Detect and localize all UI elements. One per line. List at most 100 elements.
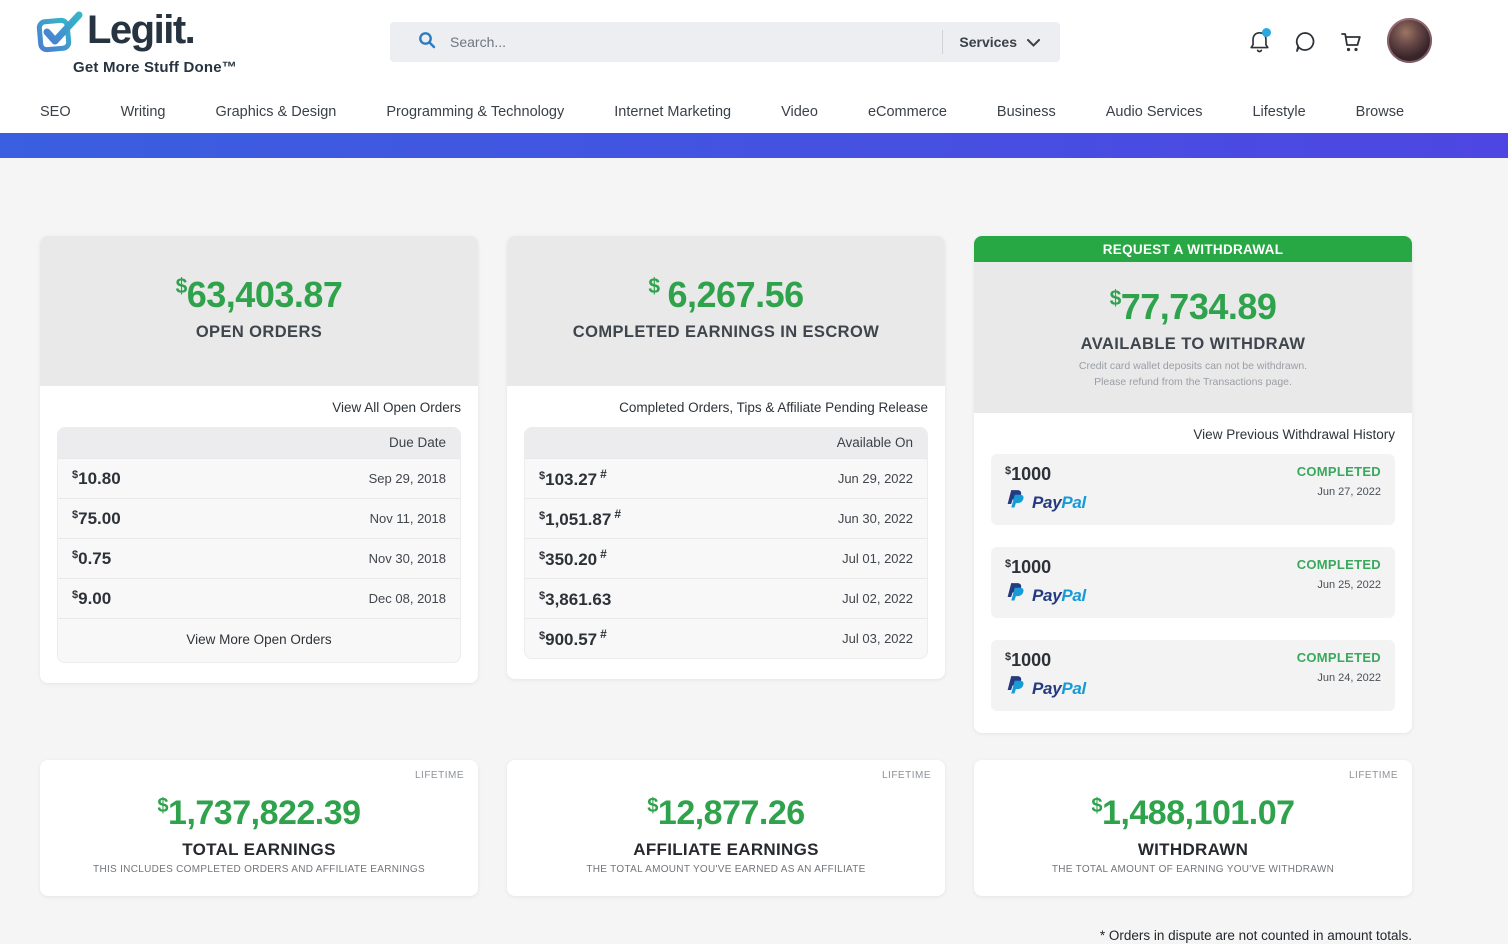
services-dropdown[interactable]: Services — [959, 34, 1060, 50]
view-more-open-orders-link[interactable]: View More Open Orders — [58, 618, 460, 662]
open-orders-title: OPEN ORDERS — [40, 323, 478, 342]
lifetime-badge: LIFETIME — [415, 770, 464, 781]
earnings-dashboard: $63,403.87 OPEN ORDERS View All Open Ord… — [0, 158, 1508, 944]
paypal-icon — [1005, 489, 1027, 516]
nav-item-programming-technology[interactable]: Programming & Technology — [386, 104, 564, 120]
pending-release-link[interactable]: Completed Orders, Tips & Affiliate Pendi… — [524, 400, 928, 415]
search-input[interactable] — [450, 34, 942, 50]
paypal-word-pay: Pay — [1032, 586, 1061, 605]
escrow-available-date: Jun 30, 2022 — [838, 511, 913, 526]
withdrawn-card: LIFETIME $1,488,101.07 WITHDRAWN THE TOT… — [974, 760, 1412, 896]
header-icon-group — [1246, 29, 1364, 55]
withdrawal-status-badge: COMPLETED — [1297, 557, 1381, 572]
order-amount: $0.75 — [72, 549, 111, 569]
lifetime-cards-row: LIFETIME $1,737,822.39 TOTAL EARNINGS TH… — [40, 760, 1508, 896]
withdraw-note-line1: Credit card wallet deposits can not be w… — [974, 359, 1412, 375]
withdrawal-left: $1000 PayPal — [1005, 464, 1086, 516]
cart-icon[interactable] — [1338, 29, 1364, 55]
affiliate-earnings-amount: $12,877.26 — [507, 794, 945, 833]
escrow-row-amount-value: 900.57 — [545, 630, 597, 649]
brand-name: Legiit. — [87, 8, 194, 52]
escrow-row-amount-value: 1,051.87 — [545, 510, 611, 529]
currency-symbol: $ — [1110, 287, 1121, 310]
currency-symbol: $ — [647, 795, 658, 817]
nav-item-business[interactable]: Business — [997, 104, 1056, 120]
nav-item-ecommerce[interactable]: eCommerce — [868, 104, 947, 120]
withdrawn-title: WITHDRAWN — [974, 840, 1412, 860]
table-row: $3,861.63 Jul 02, 2022 — [525, 578, 927, 618]
escrow-amount: $6,267.56 — [507, 274, 945, 316]
withdrawal-row: $1000 PayPal — [991, 454, 1395, 525]
order-due-date: Nov 11, 2018 — [370, 511, 446, 526]
escrow-row-amount: $350.20# — [539, 547, 607, 570]
services-label: Services — [959, 34, 1017, 50]
available-to-withdraw-amount: $77,734.89 — [974, 286, 1412, 328]
currency-symbol: $ — [1091, 795, 1102, 817]
brand-tagline: Get More Stuff Done™ — [73, 59, 237, 76]
open-orders-card: $63,403.87 OPEN ORDERS View All Open Ord… — [40, 236, 478, 683]
paypal-word-pal: Pal — [1061, 679, 1086, 698]
order-due-date: Sep 29, 2018 — [369, 471, 446, 486]
table-row: $900.57# Jul 03, 2022 — [525, 618, 927, 658]
withdrawal-right: COMPLETED Jun 24, 2022 — [1297, 650, 1381, 702]
order-amount-value: 75.00 — [78, 509, 121, 528]
nav-item-browse[interactable]: Browse — [1356, 104, 1404, 120]
order-amount-value: 0.75 — [78, 549, 111, 568]
category-nav: SEO Writing Graphics & Design Programmin… — [0, 90, 1508, 133]
order-amount: $9.00 — [72, 589, 111, 609]
nav-item-writing[interactable]: Writing — [121, 104, 166, 120]
paypal-word-pal: Pal — [1061, 493, 1086, 512]
escrow-row-amount-value: 350.20 — [545, 550, 597, 569]
footnotes: * Orders in dispute are not counted in a… — [40, 926, 1412, 944]
withdraw-body: View Previous Withdrawal History $1000 — [974, 413, 1412, 733]
notification-bell-icon[interactable] — [1246, 29, 1272, 55]
withdrawal-date: Jun 25, 2022 — [1297, 579, 1381, 591]
total-earnings-value: 1,737,822.39 — [168, 794, 361, 832]
total-earnings-title: TOTAL EARNINGS — [40, 840, 478, 860]
table-row: $0.75 Nov 30, 2018 — [58, 538, 460, 578]
escrow-row-amount: $1,051.87# — [539, 507, 621, 530]
footnote-disputes: * Orders in dispute are not counted in a… — [40, 926, 1412, 944]
request-withdrawal-button[interactable]: REQUEST A WITHDRAWAL — [974, 236, 1412, 262]
view-all-open-orders-link[interactable]: View All Open Orders — [57, 400, 461, 415]
withdrawal-right: COMPLETED Jun 25, 2022 — [1297, 557, 1381, 609]
escrow-row-amount-value: 103.27 — [545, 470, 597, 489]
nav-item-lifestyle[interactable]: Lifestyle — [1252, 104, 1305, 120]
withdraw-header: $77,734.89 AVAILABLE TO WITHDRAW Credit … — [974, 262, 1412, 413]
escrow-available-date: Jul 02, 2022 — [842, 591, 913, 606]
messages-icon[interactable] — [1292, 29, 1318, 55]
open-orders-amount-value: 63,403.87 — [187, 274, 343, 315]
escrow-available-date: Jul 03, 2022 — [842, 631, 913, 646]
paypal-logo: PayPal — [1005, 582, 1086, 609]
order-amount: $75.00 — [72, 509, 121, 529]
checkbox-logo-icon — [35, 8, 87, 61]
withdrawal-amount-value: 1000 — [1011, 650, 1051, 670]
withdrawal-amount: $1000 — [1005, 464, 1086, 485]
nav-item-video[interactable]: Video — [781, 104, 818, 120]
escrow-available-date: Jun 29, 2022 — [838, 471, 913, 486]
withdrawal-amount: $1000 — [1005, 557, 1086, 578]
nav-item-internet-marketing[interactable]: Internet Marketing — [614, 104, 731, 120]
withdrawal-left: $1000 PayPal — [1005, 650, 1086, 702]
paypal-wordmark: PayPal — [1032, 679, 1086, 699]
view-withdrawal-history-link[interactable]: View Previous Withdrawal History — [991, 427, 1395, 442]
due-date-column-header: Due Date — [58, 428, 460, 458]
recurring-flag: # — [600, 627, 607, 641]
lifetime-badge: LIFETIME — [1349, 770, 1398, 781]
open-orders-table: Due Date $10.80 Sep 29, 2018 $75.00 Nov … — [57, 427, 461, 663]
user-avatar[interactable] — [1387, 18, 1432, 63]
withdraw-note-line2: Please refund from the Transactions page… — [974, 375, 1412, 391]
total-earnings-subtitle: THIS INCLUDES COMPLETED ORDERS AND AFFIL… — [40, 864, 478, 875]
nav-item-graphics-design[interactable]: Graphics & Design — [215, 104, 336, 120]
legiit-logo[interactable]: Legiit. Get More Stuff Done™ — [35, 8, 237, 76]
currency-symbol: $ — [176, 275, 187, 298]
paypal-wordmark: PayPal — [1032, 493, 1086, 513]
recurring-flag: # — [614, 507, 621, 521]
escrow-card: $6,267.56 COMPLETED EARNINGS IN ESCROW C… — [507, 236, 945, 679]
paypal-icon — [1005, 675, 1027, 702]
nav-item-seo[interactable]: SEO — [40, 104, 71, 120]
recurring-flag: # — [600, 467, 607, 481]
withdrawal-date: Jun 27, 2022 — [1297, 486, 1381, 498]
withdrawal-left: $1000 PayPal — [1005, 557, 1086, 609]
nav-item-audio-services[interactable]: Audio Services — [1106, 104, 1203, 120]
